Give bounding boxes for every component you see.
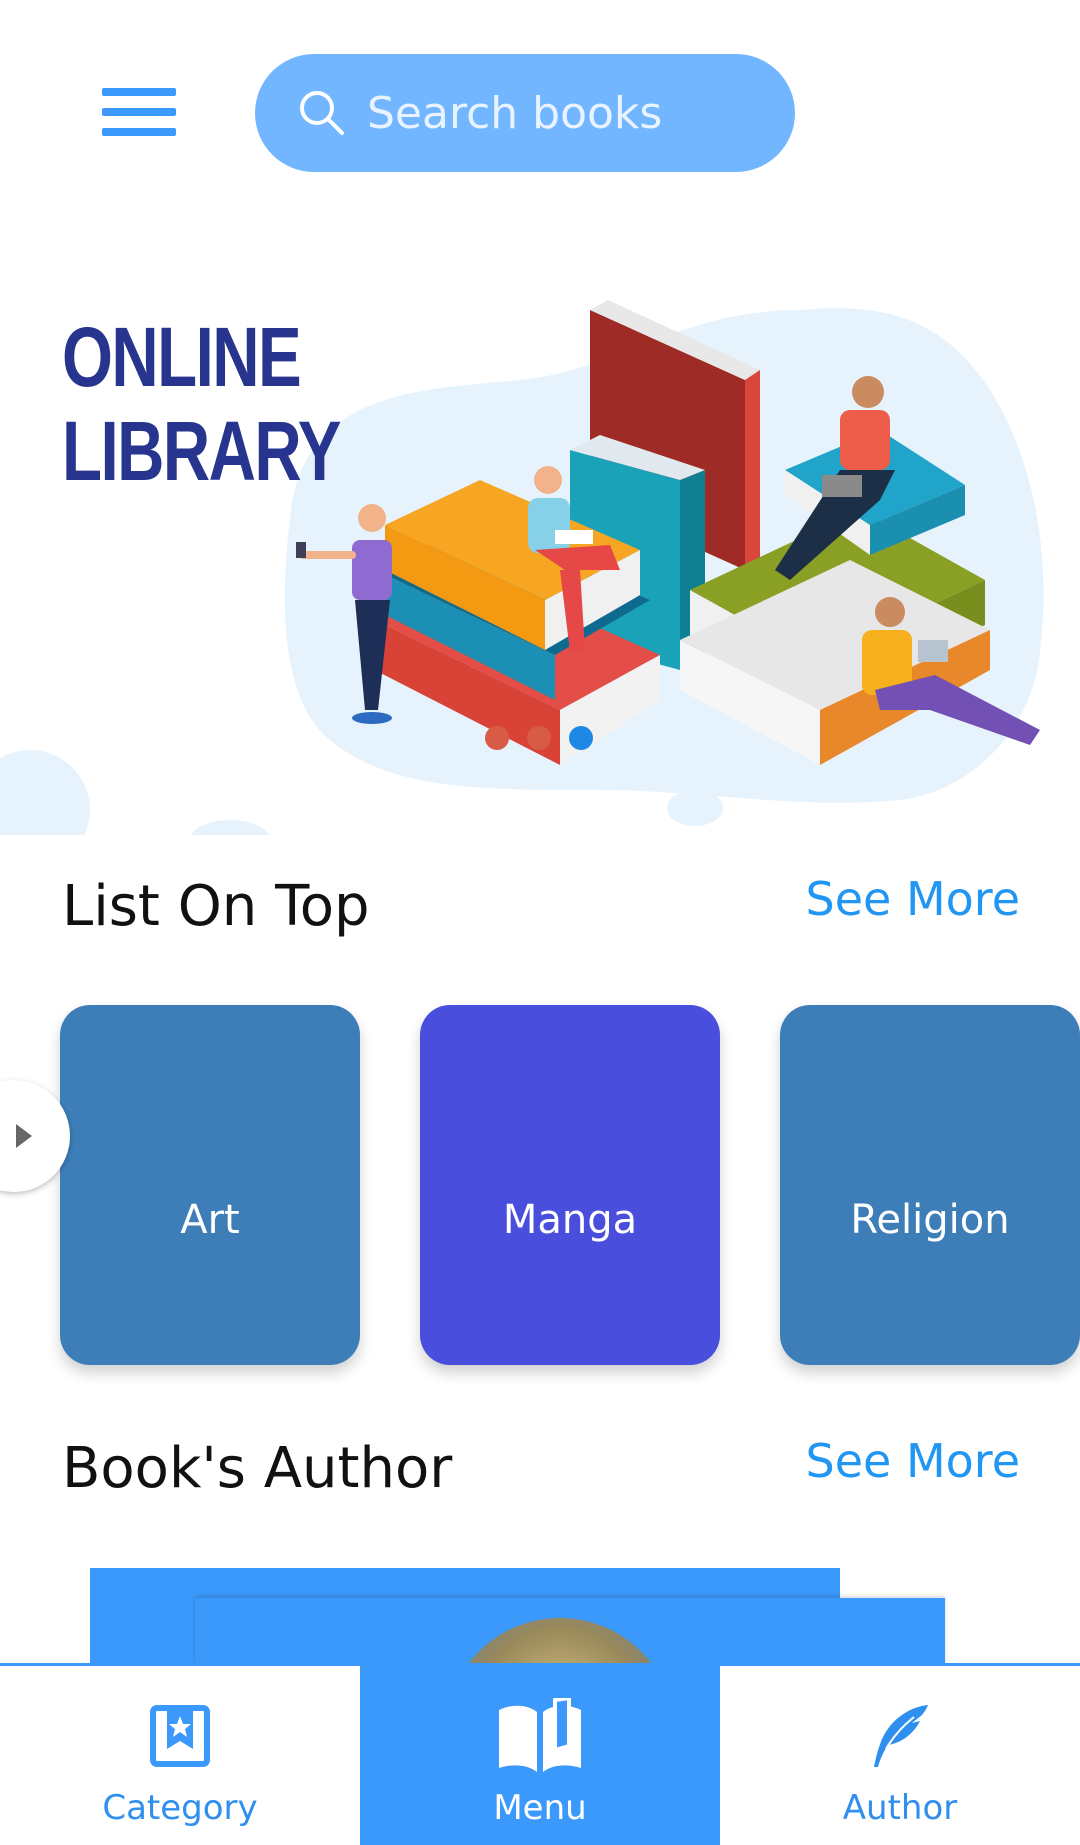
search-input[interactable] bbox=[365, 86, 769, 140]
bookmark-star-icon bbox=[150, 1705, 210, 1767]
nav-item-menu[interactable]: Menu bbox=[360, 1666, 720, 1845]
nav-label-menu: Menu bbox=[493, 1788, 587, 1828]
search-icon bbox=[300, 91, 344, 135]
nav-label-category: Category bbox=[102, 1788, 258, 1828]
category-card-religion[interactable]: Religion bbox=[780, 1005, 1080, 1365]
carousel-dot-active[interactable] bbox=[569, 726, 593, 750]
card-label: Manga bbox=[502, 1197, 638, 1243]
card-label: Religion bbox=[850, 1197, 1010, 1243]
section-title-list-on-top: List On Top bbox=[62, 874, 370, 939]
bottom-navigation: Category Menu Author bbox=[0, 1663, 1080, 1845]
see-more-link-authors[interactable]: See More bbox=[806, 1434, 1020, 1488]
hamburger-menu-icon[interactable] bbox=[96, 82, 180, 142]
quill-icon bbox=[874, 1705, 928, 1767]
nav-item-category[interactable]: Category bbox=[0, 1666, 360, 1845]
carousel-dot[interactable] bbox=[485, 726, 509, 750]
card-label: Art bbox=[180, 1197, 240, 1243]
nav-item-author[interactable]: Author bbox=[720, 1666, 1080, 1845]
category-card-art[interactable]: Art bbox=[60, 1005, 360, 1365]
chevron-right-icon bbox=[16, 1124, 32, 1148]
open-book-icon bbox=[499, 1698, 581, 1772]
banner-title-line-2: LIBRARY bbox=[62, 404, 341, 498]
nav-label-author: Author bbox=[842, 1788, 958, 1828]
banner-carousel[interactable]: ONLINE LIBRARY bbox=[0, 270, 1080, 835]
category-card-manga[interactable]: Manga bbox=[420, 1005, 720, 1365]
category-carousel: Art Manga Religion bbox=[60, 1005, 1080, 1375]
see-more-link-list[interactable]: See More bbox=[806, 872, 1020, 926]
carousel-dot[interactable] bbox=[527, 726, 551, 750]
banner-title-line-1: ONLINE bbox=[62, 310, 302, 404]
search-bar[interactable] bbox=[255, 54, 795, 172]
banner-title: ONLINE LIBRARY bbox=[62, 310, 341, 498]
section-title-authors: Book's Author bbox=[62, 1436, 453, 1501]
